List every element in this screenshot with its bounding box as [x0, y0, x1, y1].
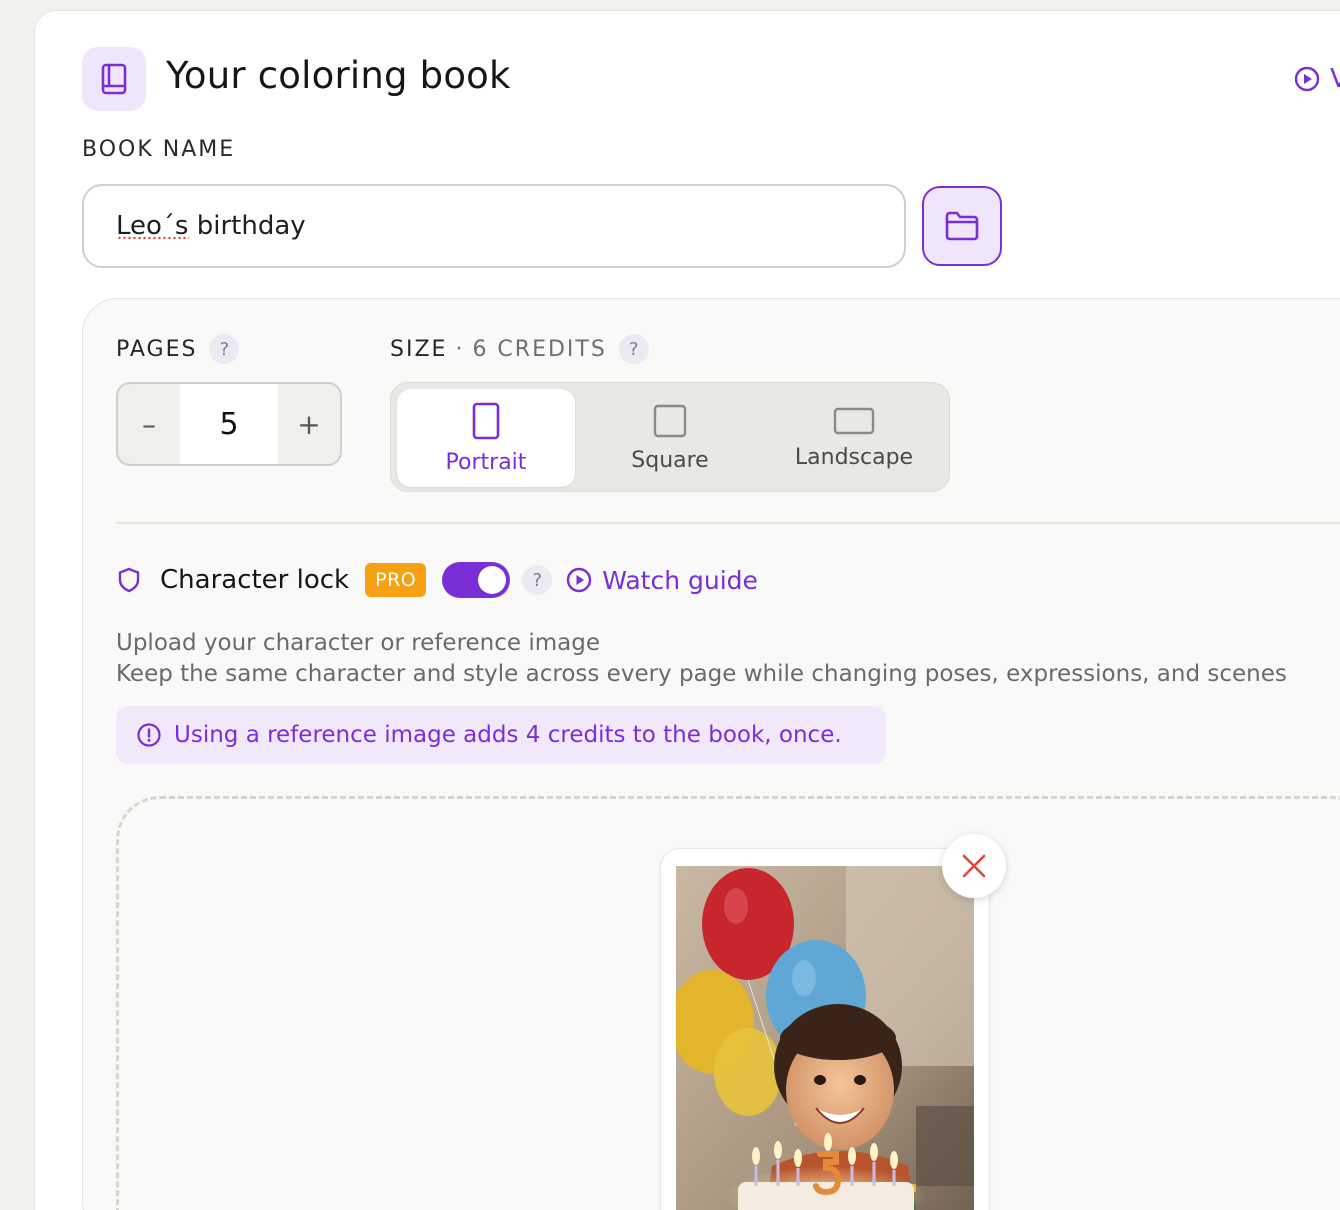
pages-label-row: PAGES ? [116, 334, 240, 364]
pages-stepper: – 5 + [116, 382, 342, 466]
size-selector: Portrait Square Landscape [390, 382, 950, 492]
play-circle-icon [567, 567, 592, 593]
pages-help-icon[interactable]: ? [209, 334, 240, 364]
size-label-row: SIZE · 6 CREDITS ? [390, 334, 649, 364]
size-option-label: Square [631, 447, 709, 473]
play-circle-icon [1294, 66, 1320, 92]
size-label: SIZE [390, 336, 448, 362]
book-icon [82, 47, 146, 111]
character-lock-row: Character lock PRO ? Watch guide [116, 558, 758, 602]
folder-icon [945, 211, 979, 241]
section-divider [116, 522, 1340, 524]
book-name-label: BOOK NAME [82, 137, 236, 162]
size-option-landscape[interactable]: Landscape [765, 389, 943, 487]
size-help-icon[interactable]: ? [618, 334, 649, 364]
size-credits: 6 CREDITS [472, 336, 607, 362]
credits-notice: Using a reference image adds 4 credits t… [116, 706, 886, 764]
close-icon [962, 854, 986, 878]
decrement-button[interactable]: – [118, 384, 180, 464]
size-option-square[interactable]: Square [581, 389, 759, 487]
watch-guide-label: Watch guide [602, 565, 758, 595]
watch-video-link[interactable]: V [1294, 64, 1340, 94]
square-icon [653, 404, 687, 437]
size-option-portrait[interactable]: Portrait [397, 389, 575, 487]
description-line-1: Upload your character or reference image [116, 630, 600, 656]
landscape-icon [833, 407, 875, 434]
open-folder-button[interactable] [922, 186, 1002, 266]
size-option-label: Landscape [794, 444, 914, 470]
shield-icon [118, 567, 140, 593]
pages-value[interactable]: 5 [180, 384, 278, 464]
info-circle-icon [137, 723, 161, 747]
pages-label: PAGES [116, 336, 198, 362]
character-lock-help-icon[interactable]: ? [522, 565, 553, 595]
reference-image [676, 866, 974, 1210]
spellcheck-underline [117, 236, 189, 240]
credits-notice-text: Using a reference image adds 4 credits t… [174, 722, 842, 748]
toggle-knob [478, 566, 507, 594]
remove-image-button[interactable] [942, 834, 1006, 898]
page-title: Your coloring book [166, 54, 511, 97]
character-lock-toggle[interactable] [442, 562, 511, 598]
book-name-input[interactable] [82, 184, 906, 268]
size-separator: · [455, 336, 465, 362]
watch-video-label: V [1330, 64, 1340, 94]
watch-guide-link[interactable]: Watch guide [566, 566, 758, 595]
character-lock-description: Upload your character or reference image… [116, 628, 1287, 690]
character-lock-title: Character lock [160, 565, 350, 595]
size-option-label: Portrait [445, 449, 527, 475]
increment-button[interactable]: + [278, 384, 340, 464]
description-line-2: Keep the same character and style across… [116, 661, 1287, 687]
pro-badge: PRO [365, 563, 427, 597]
portrait-icon [472, 402, 500, 439]
